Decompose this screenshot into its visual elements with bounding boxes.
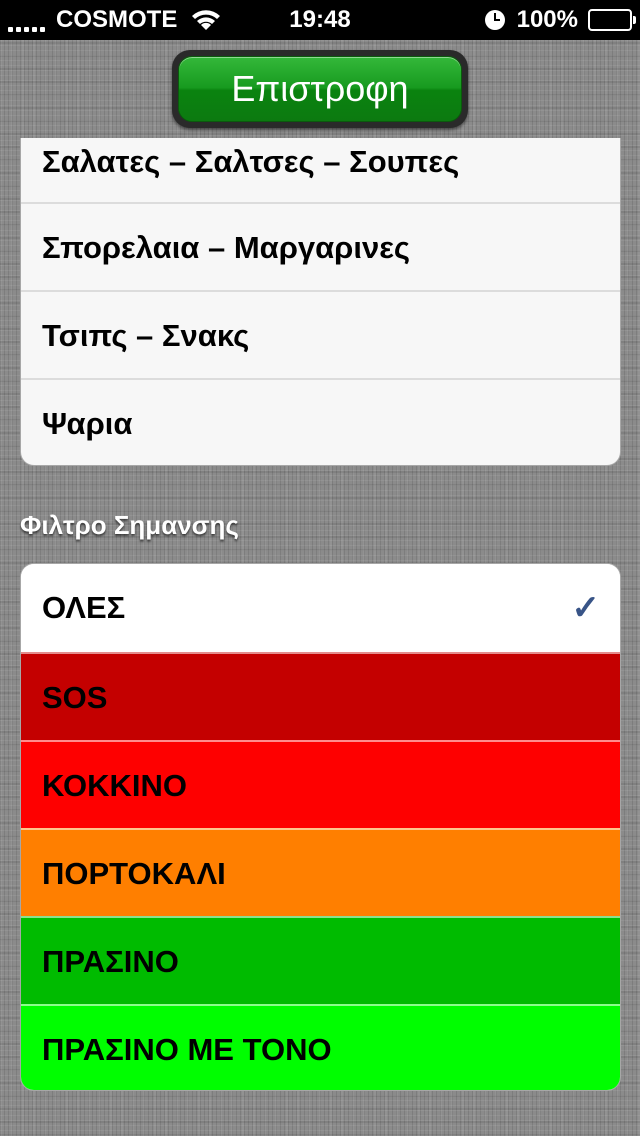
battery-icon (588, 9, 636, 31)
battery-percent: 100% (516, 6, 578, 33)
filter-option-green-tone[interactable]: ΠΡΑΣΙΝΟ ΜΕ ΤΟΝΟ (21, 1004, 620, 1090)
checkmark-icon: ✓ (571, 589, 601, 627)
filter-option-label: ΠΟΡΤΟΚΑΛΙ (42, 856, 226, 891)
filter-list: ΟΛΕΣ ✓ SOS ΚΟΚΚΙΝΟ ΠΟΡΤΟΚΑΛΙ ΠΡΑΣΙΝΟ ΠΡΑ… (20, 563, 621, 1091)
filter-option-sos[interactable]: SOS (21, 652, 620, 740)
filter-option-red[interactable]: ΚΟΚΚΙΝΟ (21, 740, 620, 828)
back-button-frame: Επιστροφη (172, 50, 468, 128)
filter-option-label: ΠΡΑΣΙΝΟ (42, 944, 179, 979)
status-bar: COSMOTE 19:48 100% (0, 0, 640, 40)
category-item[interactable]: Σαλατες – Σαλτσες – Σουπες (21, 138, 620, 206)
category-item[interactable]: Ψαρια (21, 378, 620, 465)
back-button[interactable]: Επιστροφη (178, 56, 462, 122)
filter-option-label: ΟΛΕΣ (42, 590, 126, 625)
status-right: 100% (484, 6, 636, 34)
clock-icon (484, 10, 505, 30)
filter-option-all[interactable]: ΟΛΕΣ ✓ (21, 564, 620, 652)
filter-section-title: Φιλτρο Σημανσης (20, 510, 239, 540)
filter-option-green[interactable]: ΠΡΑΣΙΝΟ (21, 916, 620, 1004)
category-item[interactable]: Τσιπς – Σνακς (21, 290, 620, 378)
filter-option-label: ΠΡΑΣΙΝΟ ΜΕ ΤΟΝΟ (42, 1032, 332, 1067)
filter-option-label: SOS (42, 680, 108, 715)
category-list[interactable]: Σαλατες – Σαλτσες – Σουπες Σπορελαια – Μ… (20, 138, 621, 466)
filter-option-label: ΚΟΚΚΙΝΟ (42, 768, 187, 803)
category-item[interactable]: Σπορελαια – Μαργαρινες (21, 202, 620, 290)
filter-option-orange[interactable]: ΠΟΡΤΟΚΑΛΙ (21, 828, 620, 916)
